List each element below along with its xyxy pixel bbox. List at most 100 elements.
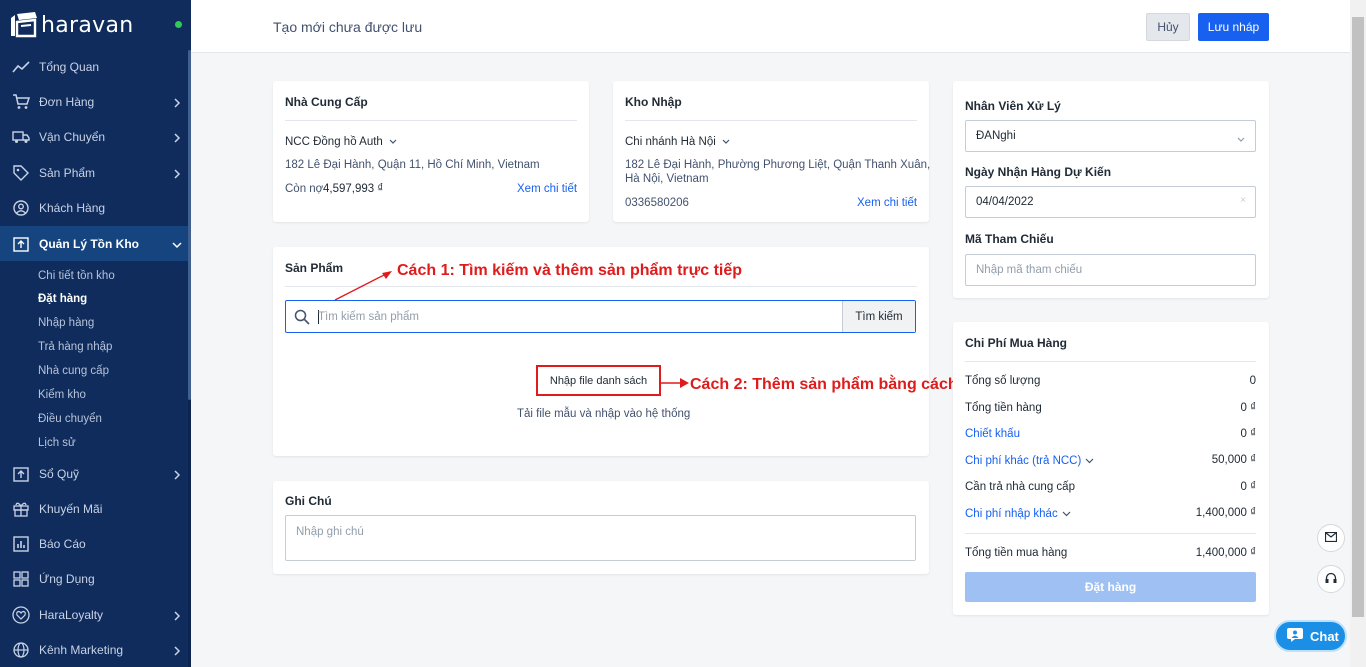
sidebar-item-customers[interactable]: Khách Hàng <box>0 190 188 225</box>
product-search-button[interactable]: Tìm kiếm <box>842 301 915 332</box>
warehouse-address-line2: Hà Nội, Vietnam <box>625 173 709 185</box>
cart-icon <box>12 93 30 111</box>
chevron-down-icon <box>1062 507 1071 521</box>
place-order-button[interactable]: Đặt hàng <box>965 572 1256 602</box>
chat-icon <box>1286 627 1304 646</box>
chart-line-icon <box>12 58 30 76</box>
globe-icon <box>12 641 30 659</box>
other-import-costs-value: 1,400,000 ₫ <box>1195 507 1256 519</box>
chevron-right-icon <box>172 132 182 143</box>
user-circle-icon <box>12 199 30 217</box>
sidebar-item-label: Khách Hàng <box>39 200 106 215</box>
sidebar-item-shipping[interactable]: Vận Chuyển <box>0 119 188 154</box>
sidebar-item-inventory[interactable]: Quản Lý Tồn Kho <box>0 226 188 261</box>
import-file-button[interactable]: Nhập file danh sách <box>536 365 661 396</box>
total-quantity-label: Tổng số lượng <box>965 375 1041 387</box>
page-title: Tạo mới chưa được lưu <box>273 19 423 35</box>
other-costs-supplier-label: Chi phí khác (trả NCC) <box>965 455 1082 467</box>
sidebar-item-cashbook[interactable]: Sổ Quỹ <box>0 456 188 491</box>
warehouse-name: Chi nhánh Hà Nội <box>625 136 716 148</box>
sidebar-item-apps[interactable]: Ứng Dụng <box>0 561 188 596</box>
app-name: haravan <box>41 12 134 38</box>
sidebar-scrollbar-thumb[interactable] <box>188 50 191 400</box>
warehouse-select[interactable]: Chi nhánh Hà Nội <box>625 135 730 149</box>
chat-label: Chat <box>1310 628 1339 644</box>
search-icon <box>294 309 310 328</box>
supplier-title: Nhà Cung Cấp <box>285 95 368 109</box>
haravan-logo[interactable]: haravan <box>9 10 134 40</box>
chevron-right-icon <box>172 97 182 108</box>
reference-placeholder: Nhập mã tham chiếu <box>976 264 1083 276</box>
sidebar-subitem-suppliers[interactable]: Nhà cung cấp <box>38 365 109 377</box>
chat-button[interactable]: Chat <box>1274 620 1347 652</box>
page-scrollbar-thumb[interactable] <box>1352 17 1364 617</box>
sidebar-item-reports[interactable]: Báo Cáo <box>0 526 188 561</box>
supplier-detail-link[interactable]: Xem chi tiết <box>517 183 577 195</box>
sidebar-subitem-purchase-order[interactable]: Đặt hàng <box>38 293 87 305</box>
annotation-method-1: Cách 1: Tìm kiếm và thêm sản phẩm trực t… <box>397 262 743 279</box>
reference-input[interactable]: Nhập mã tham chiếu <box>965 254 1256 286</box>
cancel-button[interactable]: Hủy <box>1146 13 1190 41</box>
sidebar-item-label: Kênh Marketing <box>39 642 124 657</box>
expected-date-label: Ngày Nhận Hàng Dự Kiến <box>965 165 1112 179</box>
chevron-right-icon <box>172 469 182 480</box>
sidebar-item-label: Sổ Quỹ <box>39 466 80 481</box>
other-costs-supplier-toggle[interactable]: Chi phí khác (trả NCC) <box>965 454 1094 468</box>
staff-value: ĐANghi <box>976 130 1016 142</box>
discount-link[interactable]: Chiết khấu <box>965 428 1020 440</box>
expected-date-field[interactable]: 04/04/2022 × <box>965 186 1256 218</box>
payable-value: 0 ₫ <box>1240 481 1257 493</box>
chevron-down-icon <box>722 135 730 149</box>
product-search-input[interactable]: Tìm kiếm sản phẩm <box>318 311 419 323</box>
annotation-arrow-2 <box>661 378 689 388</box>
product-search-box: Tìm kiếm sản phẩm Tìm kiếm <box>285 300 916 333</box>
envelope-icon <box>1324 531 1338 545</box>
order-info-card: Nhân Viên Xử Lý ĐANghi Ngày Nhận Hàng Dự… <box>953 81 1269 298</box>
sidebar: haravan Tổng Quan Đơn Hàng Vận Chuyển Sả… <box>0 0 191 667</box>
warehouse-detail-link[interactable]: Xem chi tiết <box>857 197 917 209</box>
supplier-card: Nhà Cung Cấp NCC Đồng hồ Auth 182 Lê Đại… <box>273 81 589 222</box>
save-draft-button[interactable]: Lưu nháp <box>1198 13 1269 41</box>
chevron-right-icon <box>172 168 182 179</box>
warehouse-card: Kho Nhập Chi nhánh Hà Nội 182 Lê Đại Hàn… <box>613 81 930 222</box>
sidebar-subitem-transfer[interactable]: Điều chuyển <box>38 413 102 425</box>
supplier-debt-label: Còn nợ <box>285 183 324 195</box>
divider <box>965 361 1256 362</box>
sidebar-subitem-receive[interactable]: Nhập hàng <box>38 317 94 329</box>
notes-card: Ghi Chú Nhập ghi chú <box>273 481 929 574</box>
staff-select[interactable]: ĐANghi <box>965 120 1256 152</box>
support-button[interactable] <box>1317 565 1345 593</box>
sidebar-item-label: Tổng Quan <box>39 59 100 74</box>
sidebar-item-marketing[interactable]: Kênh Marketing <box>0 632 188 667</box>
sidebar-item-label: Sản Phẩm <box>39 165 96 180</box>
chevron-right-icon <box>172 610 182 621</box>
sidebar-item-haraloyalty[interactable]: HaraLoyalty <box>0 597 188 632</box>
chevron-right-icon <box>172 645 182 656</box>
clear-icon[interactable]: × <box>1240 195 1246 206</box>
notes-placeholder: Nhập ghi chú <box>296 526 364 538</box>
online-status-dot <box>175 21 182 28</box>
sidebar-subitem-stocktake[interactable]: Kiểm kho <box>38 389 86 401</box>
divider <box>625 120 917 121</box>
other-import-costs-toggle[interactable]: Chi phí nhập khác <box>965 507 1071 521</box>
discount-value: 0 ₫ <box>1240 428 1257 440</box>
subtotal-label: Tổng tiền hàng <box>965 402 1042 414</box>
supplier-select[interactable]: NCC Đồng hồ Auth <box>285 135 397 149</box>
sidebar-item-label: Khuyến Mãi <box>39 501 103 516</box>
sidebar-subitem-stock-detail[interactable]: Chi tiết tồn kho <box>38 270 115 282</box>
sidebar-item-orders[interactable]: Đơn Hàng <box>0 84 188 119</box>
sidebar-subitem-return[interactable]: Trả hàng nhập <box>38 341 112 353</box>
total-quantity-value: 0 <box>1249 375 1256 387</box>
sidebar-subitem-history[interactable]: Lịch sử <box>38 437 76 449</box>
chevron-down-icon <box>1237 133 1245 147</box>
sidebar-item-promotions[interactable]: Khuyến Mãi <box>0 491 188 526</box>
truck-icon <box>12 128 30 146</box>
sidebar-item-products[interactable]: Sản Phẩm <box>0 155 188 190</box>
sidebar-item-overview[interactable]: Tổng Quan <box>0 49 188 84</box>
message-button[interactable] <box>1317 524 1345 552</box>
cashbook-icon <box>12 465 30 483</box>
supplier-debt-value: 4,597,993 ₫ <box>323 183 384 195</box>
notes-textarea[interactable]: Nhập ghi chú <box>285 515 916 561</box>
chevron-down-icon <box>1085 454 1094 468</box>
supplier-address: 182 Lê Đại Hành, Quận 11, Hồ Chí Minh, V… <box>285 159 540 171</box>
